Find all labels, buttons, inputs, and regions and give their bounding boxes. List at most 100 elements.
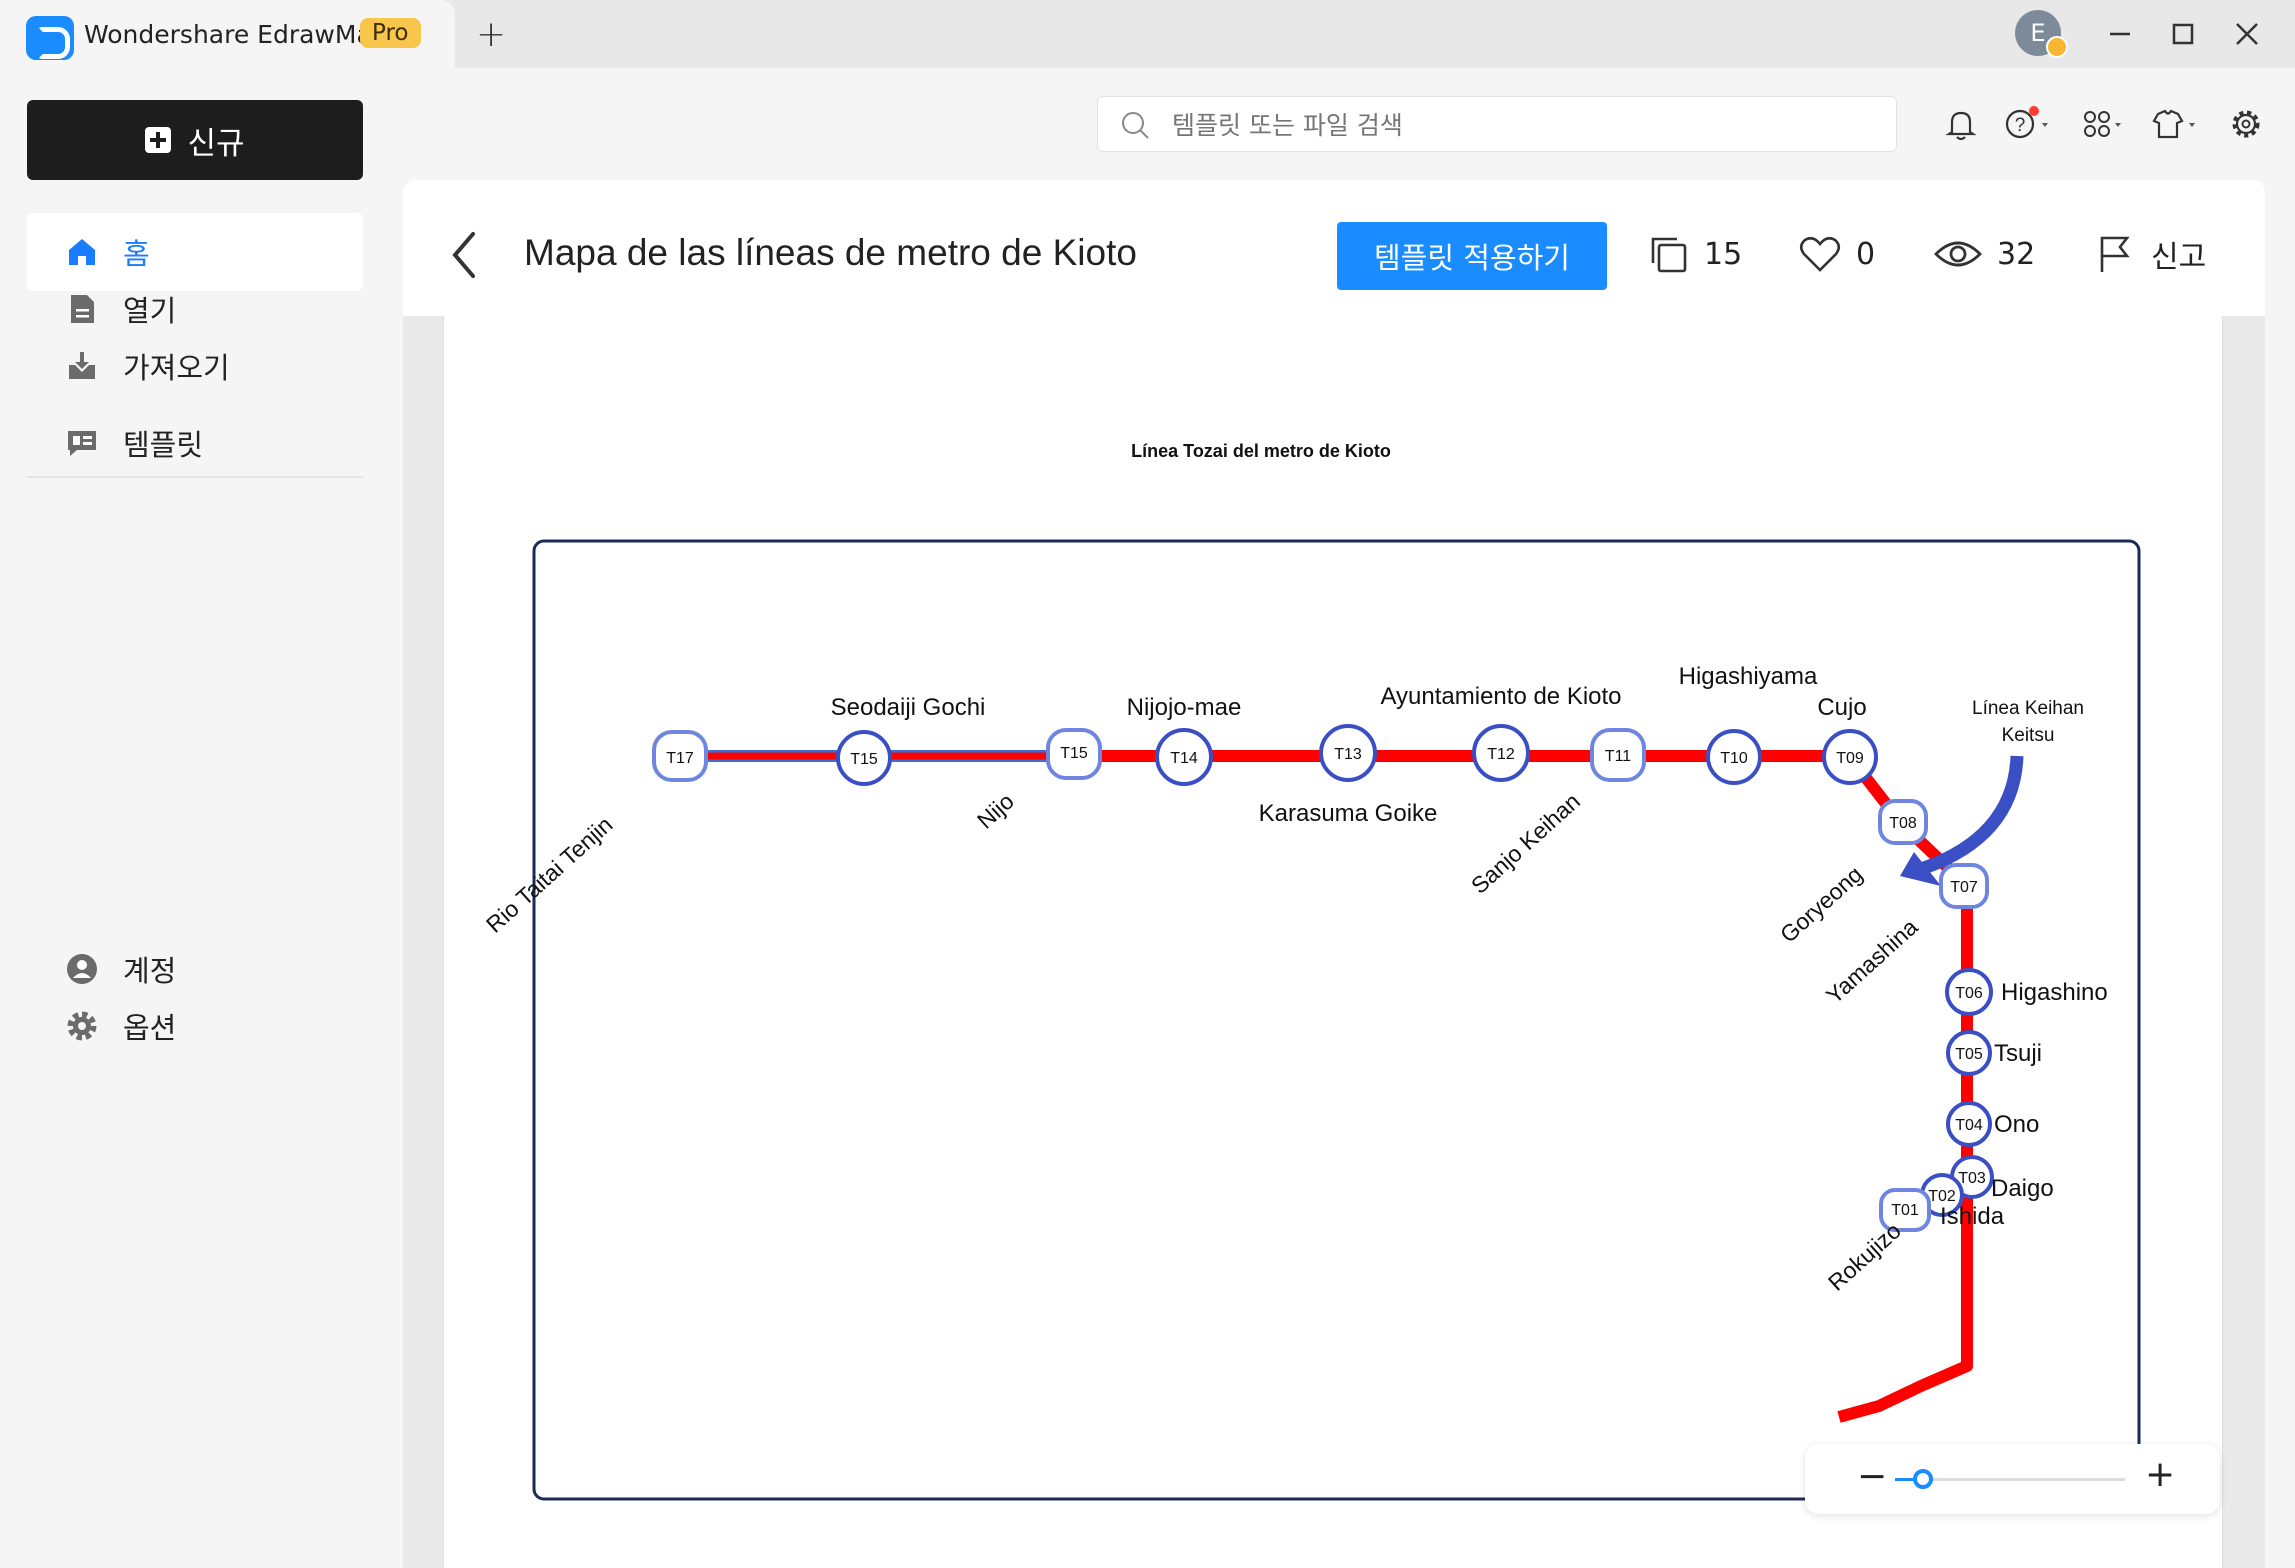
station-code: T07: [1950, 879, 1978, 896]
vip-badge-icon: [2046, 36, 2068, 58]
likes-count: 0: [1856, 236, 1876, 272]
copies-count: 15: [1704, 236, 1743, 272]
close-icon: [2236, 23, 2258, 45]
shirt-icon[interactable]: [2148, 106, 2204, 142]
diagram-title: Línea Tozai del metro de Kioto: [1131, 441, 1391, 461]
zoom-out-button[interactable]: −: [1857, 1456, 1887, 1497]
help-icon[interactable]: ?: [2002, 106, 2058, 142]
back-arrow-icon[interactable]: [447, 228, 481, 282]
apply-template-button[interactable]: 템플릿 적용하기: [1337, 222, 1607, 290]
station-code: T10: [1720, 750, 1748, 767]
search-input[interactable]: [1172, 105, 1872, 145]
settings-icon[interactable]: [2228, 106, 2264, 142]
zoom-in-button[interactable]: +: [2145, 1454, 2175, 1495]
station-T15a[interactable]: T15 Seodaiji Gochi: [831, 694, 986, 786]
file-icon: [71, 295, 94, 323]
station-code: T17: [666, 750, 694, 767]
copies-stat[interactable]: 15: [1646, 232, 1742, 276]
new-button-label: 신규: [187, 125, 245, 162]
station-code: T08: [1889, 815, 1917, 832]
station-code: T12: [1487, 746, 1515, 763]
maximize-button[interactable]: [2163, 14, 2203, 54]
search-box[interactable]: [1097, 96, 1897, 152]
station-code: T09: [1836, 750, 1864, 767]
sidebar-item-import[interactable]: 가져오기: [27, 327, 363, 405]
heart-icon: [1799, 236, 1841, 272]
station-T17[interactable]: T17 Rio Taitai Tenjin: [481, 730, 708, 938]
search-icon: [1122, 112, 1149, 139]
station-name: Rio Taitai Tenjin: [481, 811, 617, 938]
import-icon: [69, 352, 95, 379]
sidebar-item-label: 가져오기: [123, 351, 230, 385]
copy-icon: [1651, 237, 1687, 273]
maximize-icon: [2172, 23, 2194, 45]
app-tab[interactable]: Wondershare EdrawMax Pro: [0, 0, 455, 68]
station-T04[interactable]: T04 Ono: [1946, 1101, 2039, 1147]
sidebar-item-label: 계정: [123, 954, 177, 988]
apps-grid-icon[interactable]: [2080, 106, 2130, 142]
station-name: Cujo: [1817, 694, 1866, 721]
station-name: Yamashina: [1821, 913, 1923, 1008]
sidebar-item-label: 열기: [123, 294, 177, 328]
report-label: 신고: [2151, 240, 2207, 275]
preview-area: Línea Tozai del metro de Kioto Línea Kei…: [403, 316, 2265, 1568]
station-name: Ishida: [1940, 1203, 2005, 1230]
zoom-control: − +: [1805, 1444, 2220, 1514]
station-code: T14: [1170, 750, 1198, 767]
station-code: T04: [1955, 1117, 1983, 1134]
station-T03[interactable]: T03 Daigo: [1950, 1155, 2054, 1202]
home-icon: [69, 239, 95, 265]
station-name: Goryeong: [1775, 861, 1867, 948]
sidebar: 신규 홈 열기 가져오기 템플릿 계정 옵션: [0, 68, 400, 1568]
likes-stat[interactable]: 0: [1798, 232, 1875, 276]
sidebar-item-label: 홈: [123, 237, 150, 271]
template-header: Mapa de las líneas de metro de Kioto 템플릿…: [403, 180, 2265, 316]
station-name: Tsuji: [1994, 1040, 2042, 1067]
station-code: T05: [1955, 1046, 1983, 1063]
station-T15b[interactable]: T15 Nijo: [972, 728, 1102, 834]
station-T12[interactable]: T12 Ayuntamiento de Kioto: [1380, 683, 1622, 782]
station-name: Higashiyama: [1679, 663, 1818, 690]
flag-icon: [2100, 236, 2130, 272]
transfer-label-line: Línea Keihan: [1972, 698, 2084, 719]
station-code: T06: [1955, 985, 1983, 1002]
station-code: T01: [1891, 1202, 1919, 1219]
new-tab-button[interactable]: +: [476, 14, 506, 55]
pro-badge: Pro: [360, 18, 421, 48]
station-code: T11: [1605, 748, 1631, 765]
sidebar-item-options[interactable]: 옵션: [27, 987, 363, 1065]
station-T14[interactable]: T14 Nijojo-mae: [1127, 694, 1242, 786]
close-button[interactable]: [2227, 14, 2267, 54]
transfer-label-station: Keitsu: [2002, 725, 2055, 746]
station-name: Nijojo-mae: [1127, 694, 1242, 721]
station-T10[interactable]: T10 Higashiyama: [1679, 663, 1818, 785]
bell-icon[interactable]: [1943, 106, 1979, 142]
station-code: T15: [1060, 745, 1088, 762]
template-detail-panel: Mapa de las líneas de metro de Kioto 템플릿…: [403, 180, 2265, 1568]
sidebar-item-label: 템플릿: [123, 428, 204, 462]
station-name: Higashino: [2001, 979, 2108, 1006]
sidebar-item-templates[interactable]: 템플릿: [27, 404, 363, 482]
station-T13[interactable]: T13 Karasuma Goike: [1259, 724, 1438, 827]
views-stat: 32: [1933, 232, 2035, 276]
station-T05[interactable]: T05 Tsuji: [1946, 1030, 2042, 1076]
station-name: Seodaiji Gochi: [831, 694, 986, 721]
station-name: Ayuntamiento de Kioto: [1380, 683, 1621, 710]
eye-icon: [1934, 241, 1982, 267]
diagram-canvas[interactable]: Línea Tozai del metro de Kioto Línea Kei…: [443, 316, 2223, 1568]
report-button[interactable]: 신고: [2093, 232, 2206, 276]
zoom-slider-handle[interactable]: [1913, 1469, 1933, 1489]
edrawmax-logo-icon: [26, 16, 74, 60]
minimize-button[interactable]: [2100, 14, 2140, 54]
svg-text:?: ?: [2015, 115, 2026, 136]
page-title: Mapa de las líneas de metro de Kioto: [524, 232, 1137, 273]
minimize-icon: [2110, 32, 2130, 36]
station-T06[interactable]: T06 Higashino: [1945, 968, 2108, 1016]
station-name: Daigo: [1991, 1175, 2054, 1202]
station-name: Rokujizo: [1823, 1217, 1906, 1295]
sidebar-item-label: 옵션: [123, 1011, 177, 1045]
station-T09[interactable]: T09 Cujo: [1817, 694, 1878, 785]
new-button[interactable]: 신규: [27, 100, 363, 180]
station-T01[interactable]: T01 Rokujizo: [1823, 1188, 1931, 1296]
station-name: Ono: [1994, 1111, 2039, 1138]
